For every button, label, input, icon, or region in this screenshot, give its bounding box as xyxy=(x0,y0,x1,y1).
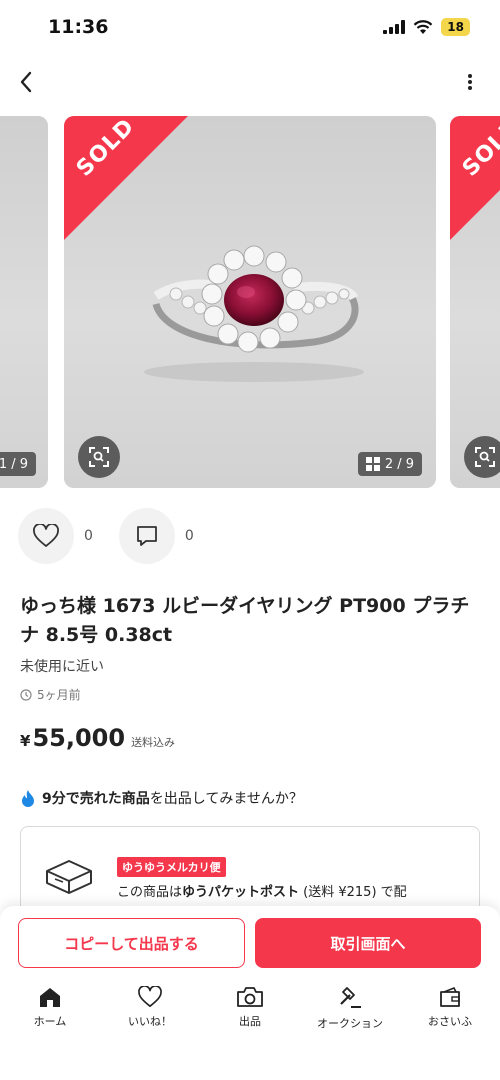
heart-icon xyxy=(33,524,59,547)
like-count: 0 xyxy=(84,528,93,544)
photo-counter[interactable]: 2 / 9 xyxy=(357,452,422,476)
currency-symbol: ¥ xyxy=(20,732,31,750)
posted-time-text: 5ヶ月前 xyxy=(37,688,81,702)
chevron-left-icon xyxy=(20,71,32,93)
shipping-method-badge: ゆうゆうメルカリ便 xyxy=(117,857,226,877)
tab-sell[interactable]: 出品 xyxy=(200,986,300,1046)
photo-counter-text: 2 / 9 xyxy=(384,456,414,472)
photo-background xyxy=(0,116,48,488)
comment-icon xyxy=(137,526,157,546)
sell-promo-text: 9分で売れた商品を出品してみませんか？ xyxy=(42,788,303,808)
comment-count: 0 xyxy=(184,528,194,544)
photo-carousel[interactable]: 1 / 9 SOLD 2 / 9 SOLD xyxy=(0,116,500,488)
item-price: ¥ 55,000 送料込み xyxy=(20,724,175,752)
photo-slide-next[interactable]: SOLD xyxy=(450,116,500,488)
tab-label: おさいふ xyxy=(428,1015,472,1028)
tab-wallet[interactable]: おさいふ xyxy=(400,986,500,1046)
image-search-button[interactable] xyxy=(464,436,500,478)
photo-slide-previous[interactable]: 1 / 9 xyxy=(0,116,48,488)
more-vertical-icon xyxy=(468,74,472,90)
top-nav xyxy=(0,60,500,104)
flame-icon xyxy=(22,790,34,807)
item-title: ゆっち様 1673 ルビーダイヤリング PT900 プラチナ 8.5号 0.38… xyxy=(20,595,470,646)
comment-button[interactable] xyxy=(118,508,175,564)
tab-label: オークション xyxy=(317,1017,383,1030)
item-condition: 未使用に近い xyxy=(20,659,104,675)
sell-promo-rest: を出品してみませんか？ xyxy=(149,791,303,807)
battery-indicator: 18 xyxy=(441,18,470,36)
shipping-prefix: この商品は xyxy=(117,885,183,900)
gavel-icon xyxy=(340,987,361,1008)
back-button[interactable] xyxy=(10,64,42,100)
tab-bar: ホーム いいね！ 出品 オークション おさいふ xyxy=(0,986,500,1046)
status-time: 11:36 xyxy=(48,16,109,38)
tab-auction[interactable]: オークション xyxy=(300,986,400,1046)
sell-promo[interactable]: 9分で売れた商品を出品してみませんか？ xyxy=(20,788,303,808)
tab-likes[interactable]: いいね！ xyxy=(100,986,200,1046)
tab-label: ホーム xyxy=(33,1015,67,1028)
tab-label: 出品 xyxy=(239,1015,261,1028)
package-icon xyxy=(46,860,92,894)
copy-listing-button[interactable]: コピーして出品する xyxy=(18,918,245,968)
more-options-button[interactable] xyxy=(458,64,482,100)
shipping-included-label: 送料込み xyxy=(131,736,176,749)
posted-time: 5ヶ月前 xyxy=(20,686,81,703)
shipping-description: この商品はゆうパケットポスト (送料 ¥215) で配 xyxy=(117,883,457,903)
status-bar: 11:36 18 xyxy=(0,0,500,56)
clock-icon xyxy=(20,688,32,701)
transaction-screen-button[interactable]: 取引画面へ xyxy=(255,918,481,968)
tab-label: いいね！ xyxy=(128,1015,172,1028)
photo-counter-text: 1 / 9 xyxy=(0,456,28,472)
wallet-icon xyxy=(440,986,460,1007)
like-button[interactable] xyxy=(18,508,74,564)
shipping-method: ゆうパケットポスト xyxy=(182,885,300,900)
home-icon xyxy=(40,988,60,1007)
image-search-button[interactable] xyxy=(78,436,120,478)
scan-search-icon xyxy=(89,447,109,467)
tab-home[interactable]: ホーム xyxy=(0,986,100,1046)
social-actions: 0 0 xyxy=(18,508,220,564)
photo-slide-current[interactable]: SOLD 2 / 9 xyxy=(64,116,436,488)
sell-promo-bold: 9分で売れた商品 xyxy=(42,791,150,807)
signal-icon xyxy=(383,20,406,34)
bottom-action-sheet: コピーして出品する 取引画面へ ホーム いいね！ 出品 オークション おさいふ xyxy=(0,906,500,1080)
wifi-icon xyxy=(414,19,433,34)
scan-search-icon xyxy=(475,447,495,467)
status-icons: 18 xyxy=(383,18,470,36)
photo-counter: 1 / 9 xyxy=(0,452,36,476)
camera-icon xyxy=(237,987,263,1007)
price-value: 55,000 xyxy=(32,724,126,752)
heart-icon xyxy=(138,986,162,1007)
grid-icon xyxy=(365,457,380,471)
shipping-suffix: (送料 ¥215) で配 xyxy=(299,885,407,900)
